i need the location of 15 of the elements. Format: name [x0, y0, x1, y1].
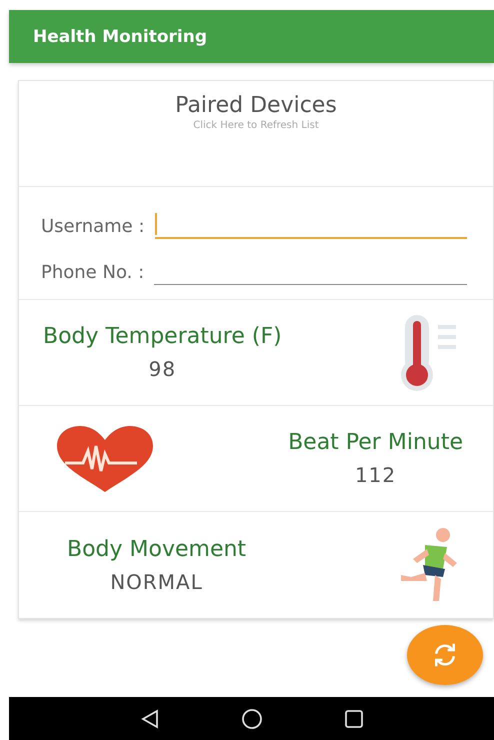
- metric-label: Body Temperature (F): [43, 324, 282, 349]
- app-title: Health Monitoring: [33, 26, 208, 46]
- section-title: Paired Devices: [175, 93, 337, 118]
- metric-label: Beat Per Minute: [288, 430, 463, 455]
- heart-icon: [55, 426, 155, 492]
- metric-label: Body Movement: [67, 536, 246, 562]
- refresh-link[interactable]: Click Here to Refresh List: [193, 120, 319, 131]
- recents-icon[interactable]: [342, 708, 364, 730]
- back-icon[interactable]: [138, 708, 160, 730]
- field-label: Username :: [41, 216, 145, 239]
- home-icon[interactable]: [240, 708, 262, 730]
- metric-value: 112: [354, 463, 396, 487]
- metric-value: NORMAL: [110, 570, 203, 594]
- metric-value: 98: [148, 357, 176, 381]
- field-label: Phone No. :: [41, 262, 144, 285]
